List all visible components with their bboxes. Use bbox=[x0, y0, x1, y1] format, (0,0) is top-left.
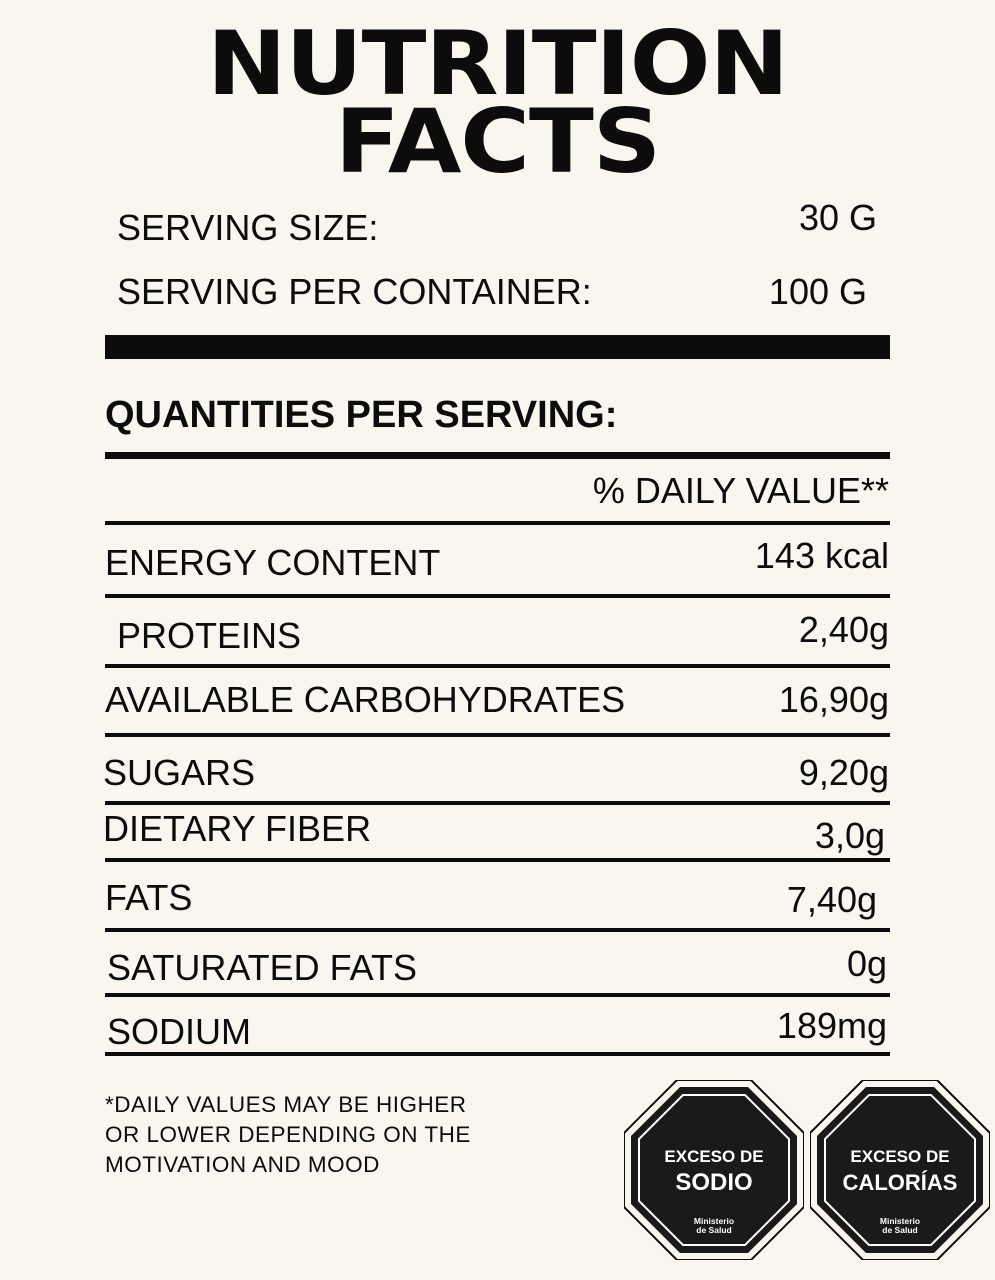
row-divider bbox=[105, 733, 890, 737]
nutrient-label-proteins: PROTEINS bbox=[117, 615, 302, 656]
seal-authority-2: de Salud bbox=[696, 1225, 731, 1235]
nutrient-value-proteins: 2,40g bbox=[798, 609, 889, 650]
footnote-line: *DAILY VALUES MAY BE HIGHER bbox=[105, 1092, 467, 1117]
nutrient-value-saturated-fats: 0g bbox=[846, 943, 887, 984]
seal-line-1: EXCESO DE bbox=[664, 1147, 763, 1166]
serving-per-container-value: 100 G bbox=[768, 271, 867, 312]
nutrient-label-sugars: SUGARS bbox=[103, 752, 256, 793]
seal-authority-2: de Salud bbox=[882, 1225, 917, 1235]
footnote-line: MOTIVATION AND MOOD bbox=[105, 1152, 380, 1177]
nutrient-label-carbohydrates: AVAILABLE CARBOHYDRATES bbox=[105, 679, 626, 720]
nutrient-value-sodium: 189mg bbox=[776, 1005, 887, 1046]
row-divider bbox=[105, 993, 890, 997]
section-divider bbox=[105, 452, 890, 459]
title-line-2: FACTS bbox=[334, 90, 661, 193]
thick-divider bbox=[105, 335, 890, 359]
nutrient-value-fiber: 3,0g bbox=[814, 815, 885, 856]
serving-size-label: SERVING SIZE: bbox=[117, 207, 379, 248]
row-divider bbox=[105, 664, 890, 668]
serving-per-container-label: SERVING PER CONTAINER: bbox=[117, 271, 592, 312]
footnote: *DAILY VALUES MAY BE HIGHER OR LOWER DEP… bbox=[105, 1090, 471, 1180]
seal-line-2: SODIO bbox=[675, 1169, 752, 1196]
nutrient-value-energy: 143 kcal bbox=[754, 535, 889, 576]
row-divider bbox=[105, 594, 890, 598]
row-divider bbox=[105, 801, 890, 805]
section-heading: QUANTITIES PER SERVING: bbox=[105, 394, 618, 436]
nutrient-label-fiber: DIETARY FIBER bbox=[103, 808, 372, 849]
nutrient-value-sugars: 9,20g bbox=[798, 752, 889, 793]
nutrient-value-carbohydrates: 16,90g bbox=[778, 679, 889, 720]
seal-line-2: CALORÍAS bbox=[843, 1170, 958, 1195]
row-divider bbox=[105, 1052, 890, 1056]
footnote-line: OR LOWER DEPENDING ON THE bbox=[105, 1122, 471, 1147]
sodium-warning-seal: EXCESO DE SODIO Ministerio de Salud bbox=[624, 1080, 804, 1260]
row-divider bbox=[105, 858, 890, 862]
row-divider bbox=[105, 521, 890, 525]
seal-line-1: EXCESO DE bbox=[850, 1147, 949, 1166]
nutrient-label-fats: FATS bbox=[105, 877, 193, 918]
nutrient-label-sodium: SODIUM bbox=[107, 1011, 251, 1052]
row-divider bbox=[105, 928, 890, 932]
nutrient-value-fats: 7,40g bbox=[786, 879, 877, 920]
serving-size-value: 30 G bbox=[798, 197, 877, 238]
nutrient-label-energy: ENERGY CONTENT bbox=[105, 542, 441, 583]
daily-value-header: % DAILY VALUE** bbox=[592, 470, 889, 511]
nutrient-label-saturated-fats: SATURATED FATS bbox=[107, 947, 418, 988]
calories-warning-seal: EXCESO DE CALORÍAS Ministerio de Salud bbox=[810, 1080, 990, 1260]
